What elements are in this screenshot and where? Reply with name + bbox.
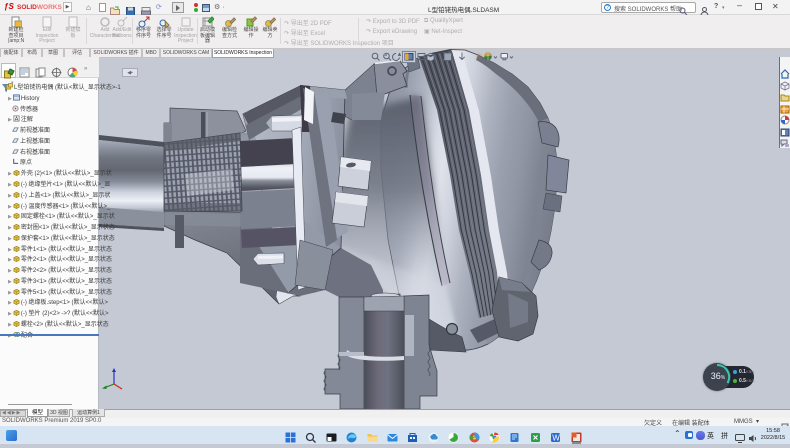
svg-text:W: W: [552, 434, 560, 443]
svg-text:A: A: [15, 117, 19, 122]
